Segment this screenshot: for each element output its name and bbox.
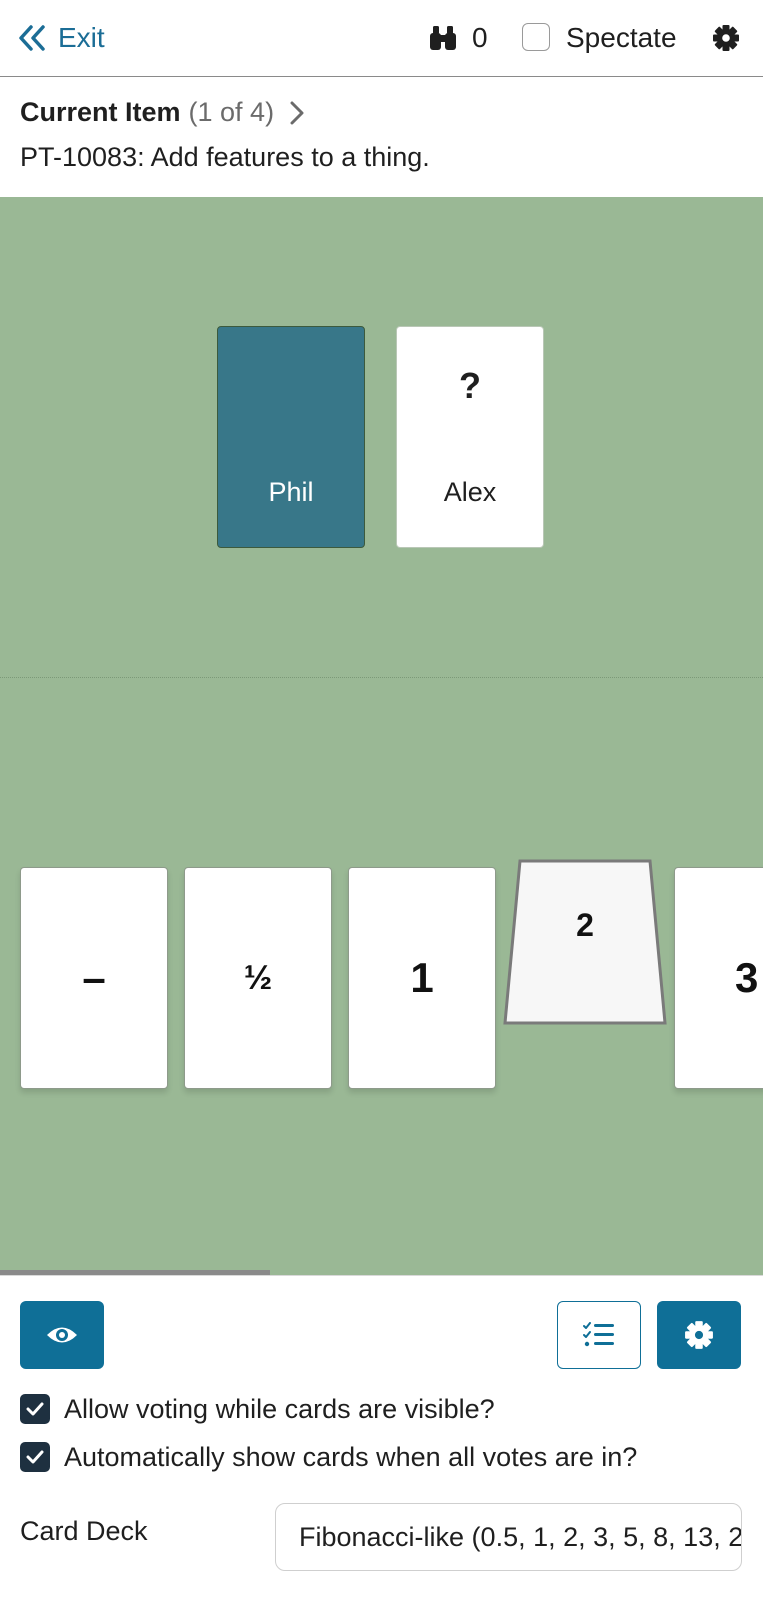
controls-panel: Allow voting while cards are visible? Au… bbox=[0, 1275, 763, 1603]
current-item-label: Current Item bbox=[20, 97, 181, 127]
checklist-icon bbox=[583, 1322, 614, 1347]
card-deck-select[interactable]: Fibonacci-like (0.5, 1, 2, 3, 5, 8, 13, … bbox=[275, 1503, 742, 1571]
auto-show-option: Automatically show cards when all votes … bbox=[20, 1440, 637, 1474]
hand-card-2-selected[interactable]: 2 bbox=[503, 859, 667, 1029]
selected-card-shape bbox=[503, 859, 667, 1025]
settings-gear-icon[interactable] bbox=[712, 24, 740, 52]
chevron-right-icon[interactable] bbox=[290, 101, 304, 125]
allow-voting-checkbox[interactable] bbox=[20, 1394, 50, 1424]
hand-card-3[interactable]: 3 bbox=[674, 867, 763, 1089]
item-counter: (1 of 4) bbox=[188, 97, 275, 127]
card-deck-label: Card Deck bbox=[20, 1516, 148, 1546]
hand-card-half[interactable]: ½ bbox=[184, 867, 332, 1089]
eye-icon bbox=[47, 1327, 77, 1343]
check-icon bbox=[26, 1402, 44, 1416]
allow-voting-option: Allow voting while cards are visible? bbox=[20, 1392, 495, 1426]
binoculars-icon bbox=[430, 26, 456, 50]
table-divider bbox=[0, 677, 763, 678]
card-value: 3 bbox=[735, 954, 759, 1001]
spectator-count: 0 bbox=[428, 18, 488, 58]
top-bar: Exit 0 Spectate bbox=[0, 0, 763, 77]
gear-icon bbox=[685, 1321, 713, 1349]
card-value: 1 bbox=[410, 954, 434, 1001]
spectate-label[interactable]: Spectate bbox=[566, 18, 677, 58]
player-name: Phil bbox=[268, 477, 314, 507]
reveal-cards-button[interactable] bbox=[20, 1301, 104, 1369]
hand-card-1[interactable]: 1 bbox=[348, 867, 496, 1089]
double-chevron-left-icon bbox=[19, 25, 45, 51]
card-value: ½ bbox=[243, 958, 273, 997]
poker-table: Phil ? Alex – ½ 1 2 3 bbox=[0, 197, 763, 1275]
exit-link[interactable]: Exit bbox=[18, 18, 105, 58]
card-value: 2 bbox=[576, 907, 594, 943]
item-description: PT-10083: Add features to a thing. bbox=[20, 142, 430, 172]
player-card-phil: Phil bbox=[217, 326, 365, 548]
current-item-title-row: Current Item (1 of 4) bbox=[20, 97, 304, 128]
auto-show-checkbox[interactable] bbox=[20, 1442, 50, 1472]
exit-label: Exit bbox=[58, 22, 105, 53]
allow-voting-label[interactable]: Allow voting while cards are visible? bbox=[64, 1394, 495, 1425]
current-item-header: Current Item (1 of 4) PT-10083: Add feat… bbox=[0, 77, 763, 197]
player-card-alex: ? Alex bbox=[396, 326, 544, 548]
card-value: – bbox=[82, 954, 106, 1001]
spectate-checkbox[interactable] bbox=[522, 23, 550, 51]
hand-card-unsure[interactable]: – bbox=[20, 867, 168, 1089]
check-icon bbox=[26, 1450, 44, 1464]
player-name: Alex bbox=[443, 477, 497, 507]
auto-show-label[interactable]: Automatically show cards when all votes … bbox=[64, 1442, 637, 1473]
room-settings-button[interactable] bbox=[657, 1301, 741, 1369]
player-vote-placeholder: ? bbox=[459, 365, 481, 406]
spectator-count-value: 0 bbox=[472, 22, 488, 53]
task-list-button[interactable] bbox=[557, 1301, 641, 1369]
